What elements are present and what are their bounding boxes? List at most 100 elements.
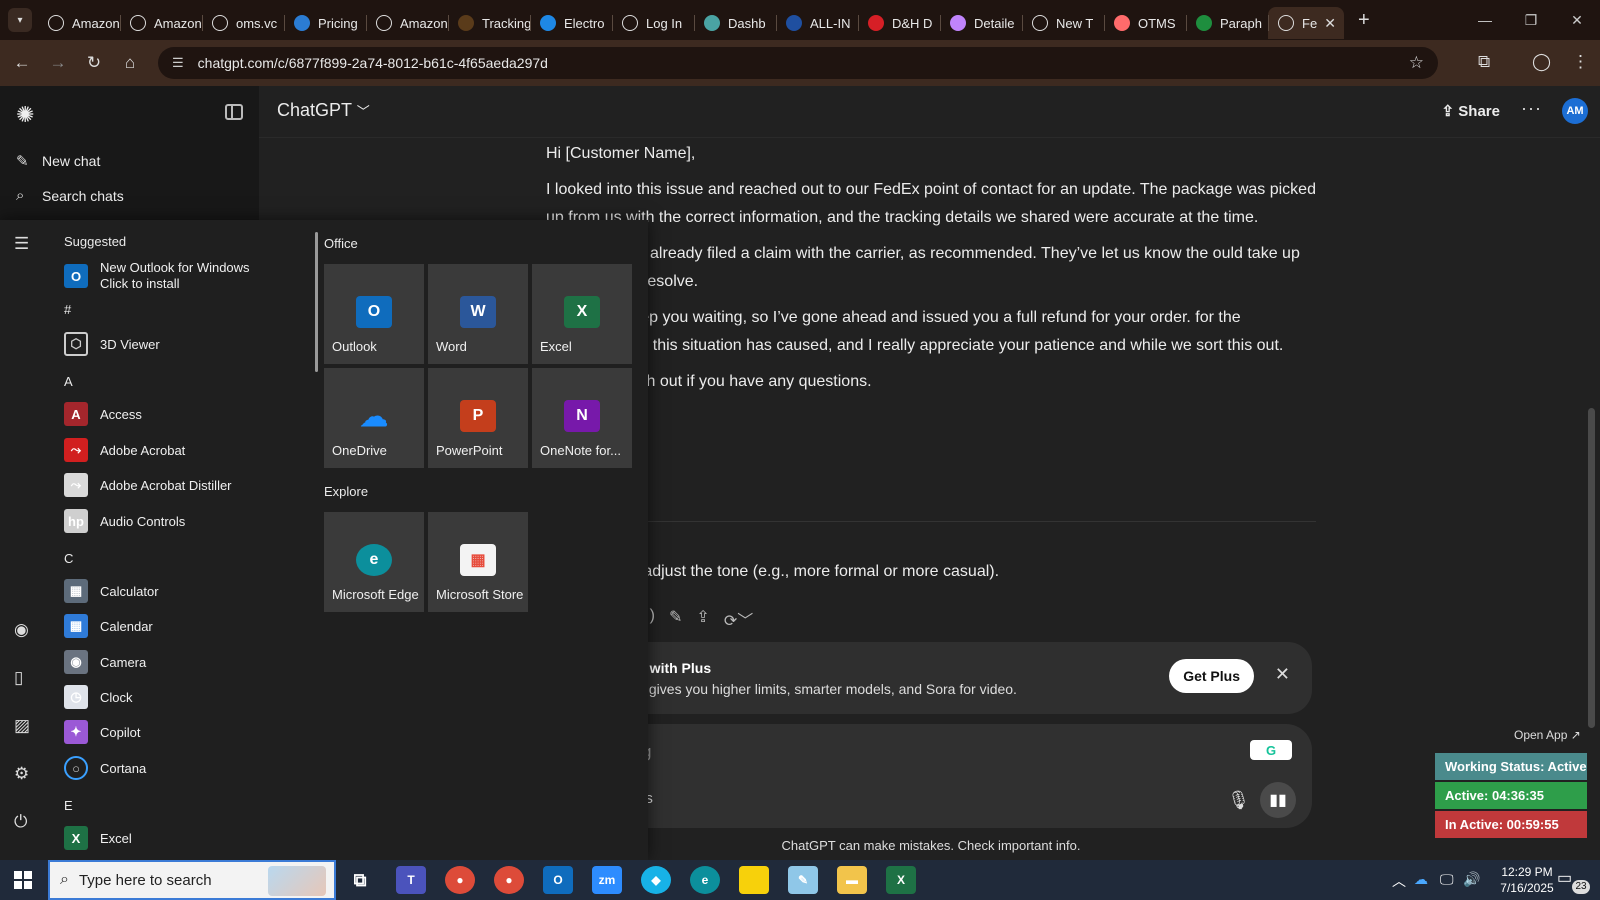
microphone-icon[interactable]: 🎙 [1227, 790, 1250, 811]
outlook-icon[interactable]: O [543, 866, 573, 894]
chat-scrollbar[interactable] [1588, 408, 1595, 728]
app-list-item[interactable]: ◉ Camera [64, 646, 304, 678]
model-selector[interactable]: ChatGPT ﹀ [277, 100, 370, 121]
tab-search-chevron-icon[interactable]: ▾ [8, 8, 32, 32]
grammarly-icon[interactable]: G [1250, 740, 1292, 760]
close-window-icon[interactable]: ✕ [1554, 0, 1600, 40]
regenerate-icon[interactable]: ⟳﹀ [724, 607, 753, 631]
taskbar-search-box[interactable]: ⌕ Type here to search [48, 860, 336, 900]
tile-label: Word [436, 339, 467, 354]
openai-logo-icon[interactable]: ✺ [16, 102, 34, 128]
close-tab-icon[interactable]: ✕ [1324, 15, 1336, 32]
user-account-icon[interactable]: ◉ [14, 620, 29, 640]
tile-powerpoint[interactable]: P PowerPoint [428, 368, 528, 468]
app-list-item[interactable]: A Access [64, 398, 304, 430]
forward-arrow-icon[interactable]: → [40, 53, 76, 73]
volume-icon[interactable]: 🔊 [1463, 871, 1480, 888]
kodi-icon[interactable]: ◆ [641, 866, 671, 894]
excel-icon[interactable]: X [886, 866, 916, 894]
tab-active[interactable]: Fe ✕ [1268, 7, 1344, 39]
edge-icon[interactable]: e [690, 866, 720, 894]
browser-tab[interactable]: Log In [612, 7, 694, 39]
app-list-item[interactable]: ✦ Copilot [64, 716, 304, 748]
browser-tab[interactable]: Detaile [940, 7, 1022, 39]
app-list-item[interactable]: ⤳ Adobe Acrobat Distiller [64, 469, 304, 501]
onedrive-tray-icon[interactable]: ☁ [1414, 871, 1428, 888]
tile-onedrive[interactable]: ☁ OneDrive [324, 368, 424, 468]
power-icon[interactable]: ⏻ [14, 812, 27, 832]
browser-tab[interactable]: Electro [530, 7, 612, 39]
browser-tab[interactable]: ALL-IN [776, 7, 858, 39]
app-list-scrollbar[interactable] [315, 232, 318, 372]
browser-menu-icon[interactable]: ⋮ [1572, 52, 1589, 72]
app-list-item[interactable]: ◷ Clock [64, 681, 304, 713]
restore-icon[interactable]: ❐ [1508, 0, 1554, 40]
extensions-icon[interactable]: ⧉ [1478, 52, 1490, 72]
share-icon[interactable]: ⇪ [696, 607, 709, 631]
notepad-icon[interactable]: ✎ [788, 866, 818, 894]
hamburger-menu-icon[interactable]: ☰ [14, 234, 29, 254]
browser-tab[interactable]: New T [1022, 7, 1104, 39]
browser-tab[interactable]: Amazon [366, 7, 448, 39]
browser-tab[interactable]: Amazon [120, 7, 202, 39]
zoom-icon[interactable]: zm [592, 866, 622, 894]
get-plus-button[interactable]: Get Plus [1169, 659, 1254, 693]
tile-word[interactable]: W Word [428, 264, 528, 364]
minimize-icon[interactable]: — [1462, 0, 1508, 40]
back-arrow-icon[interactable]: ← [4, 53, 40, 73]
reload-icon[interactable]: ↻ [76, 53, 112, 73]
pictures-icon[interactable]: ▨ [14, 716, 30, 736]
new-chat-button[interactable]: ✎ New chat [16, 152, 100, 170]
voice-mode-icon[interactable]: ▮▮ [1260, 782, 1296, 818]
avatar[interactable]: AM [1562, 98, 1588, 124]
show-hidden-icons-icon[interactable]: ︿ [1392, 871, 1406, 891]
new-tab-plus-icon[interactable]: + [1358, 9, 1370, 32]
browser-tab[interactable]: D&H D [858, 7, 940, 39]
windows-start-icon[interactable] [14, 871, 32, 889]
app-list-item[interactable]: ⤳ Adobe Acrobat [64, 434, 304, 466]
tile-edge[interactable]: e Microsoft Edge [324, 512, 424, 612]
documents-icon[interactable]: ▯ [14, 668, 23, 688]
app-list-item[interactable]: hp Audio Controls [64, 505, 304, 537]
tile-onenote[interactable]: N OneNote for... [532, 368, 632, 468]
start-menu-rail: ☰ ◉ ▯ ▨ ⚙ ⏻ [0, 220, 48, 860]
more-options-icon[interactable]: ··· [1521, 98, 1542, 119]
browser-tab[interactable]: oms.vc [202, 7, 284, 39]
app-list-item[interactable]: ▦ Calendar [64, 610, 304, 642]
browser-tab[interactable]: Pricing [284, 7, 366, 39]
share-button[interactable]: ⇪ Share [1442, 102, 1500, 120]
chrome-profile-icon[interactable]: ● [494, 866, 524, 894]
app-list-item[interactable]: ○ Cortana [64, 752, 304, 784]
sticky-notes-icon[interactable] [739, 866, 769, 894]
task-view-icon[interactable]: ⧉ [345, 866, 375, 894]
browser-tab[interactable]: Amazon [38, 7, 120, 39]
app-list-item[interactable]: X Excel [64, 822, 304, 854]
edit-in-canvas-icon[interactable]: ✎ [669, 607, 682, 631]
close-icon[interactable]: ✕ [1275, 664, 1290, 685]
browser-tab[interactable]: OTMS [1104, 7, 1186, 39]
message-composer[interactable]: g ls G 🎙 ▮▮ [546, 724, 1312, 828]
browser-tab[interactable]: Dashb [694, 7, 776, 39]
tile-outlook[interactable]: O Outlook [324, 264, 424, 364]
network-icon[interactable]: 🖵 [1440, 871, 1454, 888]
site-info-icon[interactable]: ☰ [172, 55, 184, 71]
chrome-icon[interactable]: ● [445, 866, 475, 894]
taskbar-clock[interactable]: 12:29 PM 7/16/2025 [1487, 864, 1567, 896]
app-list-item[interactable]: ▦ Calculator [64, 575, 304, 607]
settings-gear-icon[interactable]: ⚙ [14, 764, 29, 784]
tile-excel[interactable]: X Excel [532, 264, 632, 364]
search-chats-button[interactable]: ⌕ Search chats [16, 187, 124, 204]
file-explorer-icon[interactable]: ▬ [837, 866, 867, 894]
browser-tab[interactable]: Tracking [448, 7, 530, 39]
home-icon[interactable]: ⌂ [112, 53, 148, 73]
address-bar[interactable]: ☰ chatgpt.com/c/6877f899-2a74-8012-b61c-… [158, 47, 1438, 79]
browser-tab[interactable]: Paraph [1186, 7, 1268, 39]
bookmark-star-icon[interactable]: ☆ [1409, 53, 1424, 73]
profile-icon[interactable]: ◯ [1532, 52, 1551, 72]
app-list-item[interactable]: ⬡ 3D Viewer [64, 328, 304, 360]
teams-icon[interactable]: T [396, 866, 426, 894]
open-app-link[interactable]: Open App ↗ [1514, 728, 1581, 742]
app-list-item[interactable]: O New Outlook for Windows Click to install [64, 260, 304, 292]
tile-store[interactable]: ▦ Microsoft Store [428, 512, 528, 612]
sidebar-toggle-icon[interactable] [225, 104, 243, 120]
